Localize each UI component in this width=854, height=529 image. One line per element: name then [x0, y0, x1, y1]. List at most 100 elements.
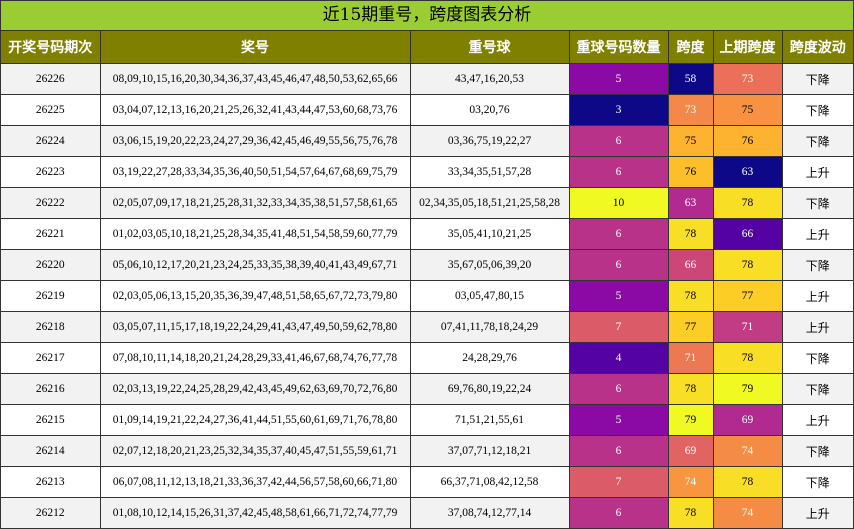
repeat-cell: 03,20,76	[410, 94, 570, 126]
count-cell: 3	[569, 94, 669, 126]
repeat-cell: 37,08,74,12,77,14	[410, 497, 570, 529]
period-cell: 26224	[1, 125, 101, 157]
period-cell: 26219	[1, 280, 101, 312]
period-cell: 26213	[1, 466, 101, 498]
table-row: 26218 03,05,07,11,15,17,18,19,22,24,29,41…	[1, 311, 853, 343]
span-cell: 78	[668, 497, 714, 529]
count-cell: 6	[569, 497, 669, 529]
span-cell: 75	[668, 125, 714, 157]
table-row: 26213 06,07,08,11,12,13,18,21,33,36,37,42…	[1, 466, 853, 498]
header-repeat: 重号球	[410, 31, 570, 64]
numbers-cell: 05,06,10,12,17,20,21,23,24,25,33,35,38,3…	[100, 249, 411, 281]
count-cell: 5	[569, 63, 669, 95]
count-cell: 4	[569, 342, 669, 374]
count-cell: 10	[569, 187, 669, 219]
table-row: 26215 01,09,14,19,21,22,24,27,36,41,44,51…	[1, 404, 853, 436]
header-wave: 跨度波动	[782, 31, 853, 64]
table-body: 26226 08,09,10,15,16,20,30,34,36,37,43,45…	[1, 63, 853, 529]
wave-cell: 下降	[782, 435, 853, 467]
count-cell: 5	[569, 404, 669, 436]
numbers-cell: 03,06,15,19,20,22,23,24,27,29,36,42,45,4…	[100, 125, 411, 157]
repeat-cell: 35,05,41,10,21,25	[410, 218, 570, 250]
prev-span-cell: 78	[713, 466, 783, 498]
wave-cell: 上升	[782, 497, 853, 529]
span-cell: 69	[668, 435, 714, 467]
span-cell: 63	[668, 187, 714, 219]
numbers-cell: 02,03,13,19,22,24,25,28,29,42,43,45,49,6…	[100, 373, 411, 405]
period-cell: 26218	[1, 311, 101, 343]
numbers-cell: 01,02,03,05,10,18,21,25,28,34,35,41,48,5…	[100, 218, 411, 250]
table-row: 26216 02,03,13,19,22,24,25,28,29,42,43,45…	[1, 373, 853, 405]
prev-span-cell: 78	[713, 342, 783, 374]
period-cell: 26212	[1, 497, 101, 529]
table-row: 26221 01,02,03,05,10,18,21,25,28,34,35,41…	[1, 218, 853, 250]
prev-span-cell: 78	[713, 249, 783, 281]
period-cell: 26223	[1, 156, 101, 188]
numbers-cell: 02,03,05,06,13,15,20,35,36,39,47,48,51,5…	[100, 280, 411, 312]
prev-span-cell: 79	[713, 373, 783, 405]
prev-span-cell: 77	[713, 280, 783, 312]
count-cell: 6	[569, 435, 669, 467]
period-cell: 26225	[1, 94, 101, 126]
wave-cell: 下降	[782, 249, 853, 281]
analysis-panel: 近15期重号，跨度图表分析 开奖号码期次 奖号 重号球 重球号码数量 跨度 上期…	[0, 0, 854, 529]
numbers-cell: 01,08,10,12,14,15,26,31,37,42,45,48,58,6…	[100, 497, 411, 529]
repeat-cell: 03,05,47,80,15	[410, 280, 570, 312]
repeat-cell: 02,34,35,05,18,51,21,25,58,28	[410, 187, 570, 219]
table-row: 26223 03,19,22,27,28,33,34,35,36,40,50,51…	[1, 156, 853, 188]
span-cell: 74	[668, 466, 714, 498]
page-title: 近15期重号，跨度图表分析	[1, 1, 853, 31]
wave-cell: 上升	[782, 218, 853, 250]
numbers-cell: 06,07,08,11,12,13,18,21,33,36,37,42,44,5…	[100, 466, 411, 498]
header-span: 跨度	[668, 31, 714, 64]
repeat-cell: 43,47,16,20,53	[410, 63, 570, 95]
numbers-cell: 03,19,22,27,28,33,34,35,36,40,50,51,54,5…	[100, 156, 411, 188]
count-cell: 6	[569, 218, 669, 250]
table-row: 26224 03,06,15,19,20,22,23,24,27,29,36,42…	[1, 125, 853, 157]
prev-span-cell: 75	[713, 94, 783, 126]
span-cell: 78	[668, 218, 714, 250]
span-cell: 73	[668, 94, 714, 126]
wave-cell: 下降	[782, 187, 853, 219]
span-cell: 78	[668, 280, 714, 312]
prev-span-cell: 74	[713, 497, 783, 529]
span-cell: 77	[668, 311, 714, 343]
prev-span-cell: 71	[713, 311, 783, 343]
repeat-cell: 69,76,80,19,22,24	[410, 373, 570, 405]
prev-span-cell: 76	[713, 125, 783, 157]
header-numbers: 奖号	[100, 31, 411, 64]
table-row: 26219 02,03,05,06,13,15,20,35,36,39,47,48…	[1, 280, 853, 312]
analysis-table: 开奖号码期次 奖号 重号球 重球号码数量 跨度 上期跨度 跨度波动 26226 0…	[1, 31, 853, 529]
table-row: 26220 05,06,10,12,17,20,21,23,24,25,33,35…	[1, 249, 853, 281]
prev-span-cell: 66	[713, 218, 783, 250]
period-cell: 26221	[1, 218, 101, 250]
numbers-cell: 02,07,12,18,20,21,23,25,32,34,35,37,40,4…	[100, 435, 411, 467]
span-cell: 66	[668, 249, 714, 281]
count-cell: 6	[569, 156, 669, 188]
numbers-cell: 03,05,07,11,15,17,18,19,22,24,29,41,43,4…	[100, 311, 411, 343]
period-cell: 26214	[1, 435, 101, 467]
count-cell: 6	[569, 249, 669, 281]
repeat-cell: 66,37,71,08,42,12,58	[410, 466, 570, 498]
wave-cell: 下降	[782, 63, 853, 95]
numbers-cell: 01,09,14,19,21,22,24,27,36,41,44,51,55,6…	[100, 404, 411, 436]
count-cell: 6	[569, 373, 669, 405]
period-cell: 26226	[1, 63, 101, 95]
wave-cell: 上升	[782, 156, 853, 188]
table-row: 26222 02,05,07,09,17,18,21,25,28,31,32,33…	[1, 187, 853, 219]
repeat-cell: 07,41,11,78,18,24,29	[410, 311, 570, 343]
prev-span-cell: 69	[713, 404, 783, 436]
prev-span-cell: 78	[713, 187, 783, 219]
period-cell: 26220	[1, 249, 101, 281]
wave-cell: 下降	[782, 125, 853, 157]
numbers-cell: 02,05,07,09,17,18,21,25,28,31,32,33,34,3…	[100, 187, 411, 219]
table-row: 26217 07,08,10,11,14,18,20,21,24,28,29,33…	[1, 342, 853, 374]
period-cell: 26215	[1, 404, 101, 436]
span-cell: 78	[668, 373, 714, 405]
wave-cell: 下降	[782, 94, 853, 126]
numbers-cell: 03,04,07,12,13,16,20,21,25,26,32,41,43,4…	[100, 94, 411, 126]
count-cell: 7	[569, 466, 669, 498]
repeat-cell: 03,36,75,19,22,27	[410, 125, 570, 157]
count-cell: 6	[569, 125, 669, 157]
span-cell: 76	[668, 156, 714, 188]
